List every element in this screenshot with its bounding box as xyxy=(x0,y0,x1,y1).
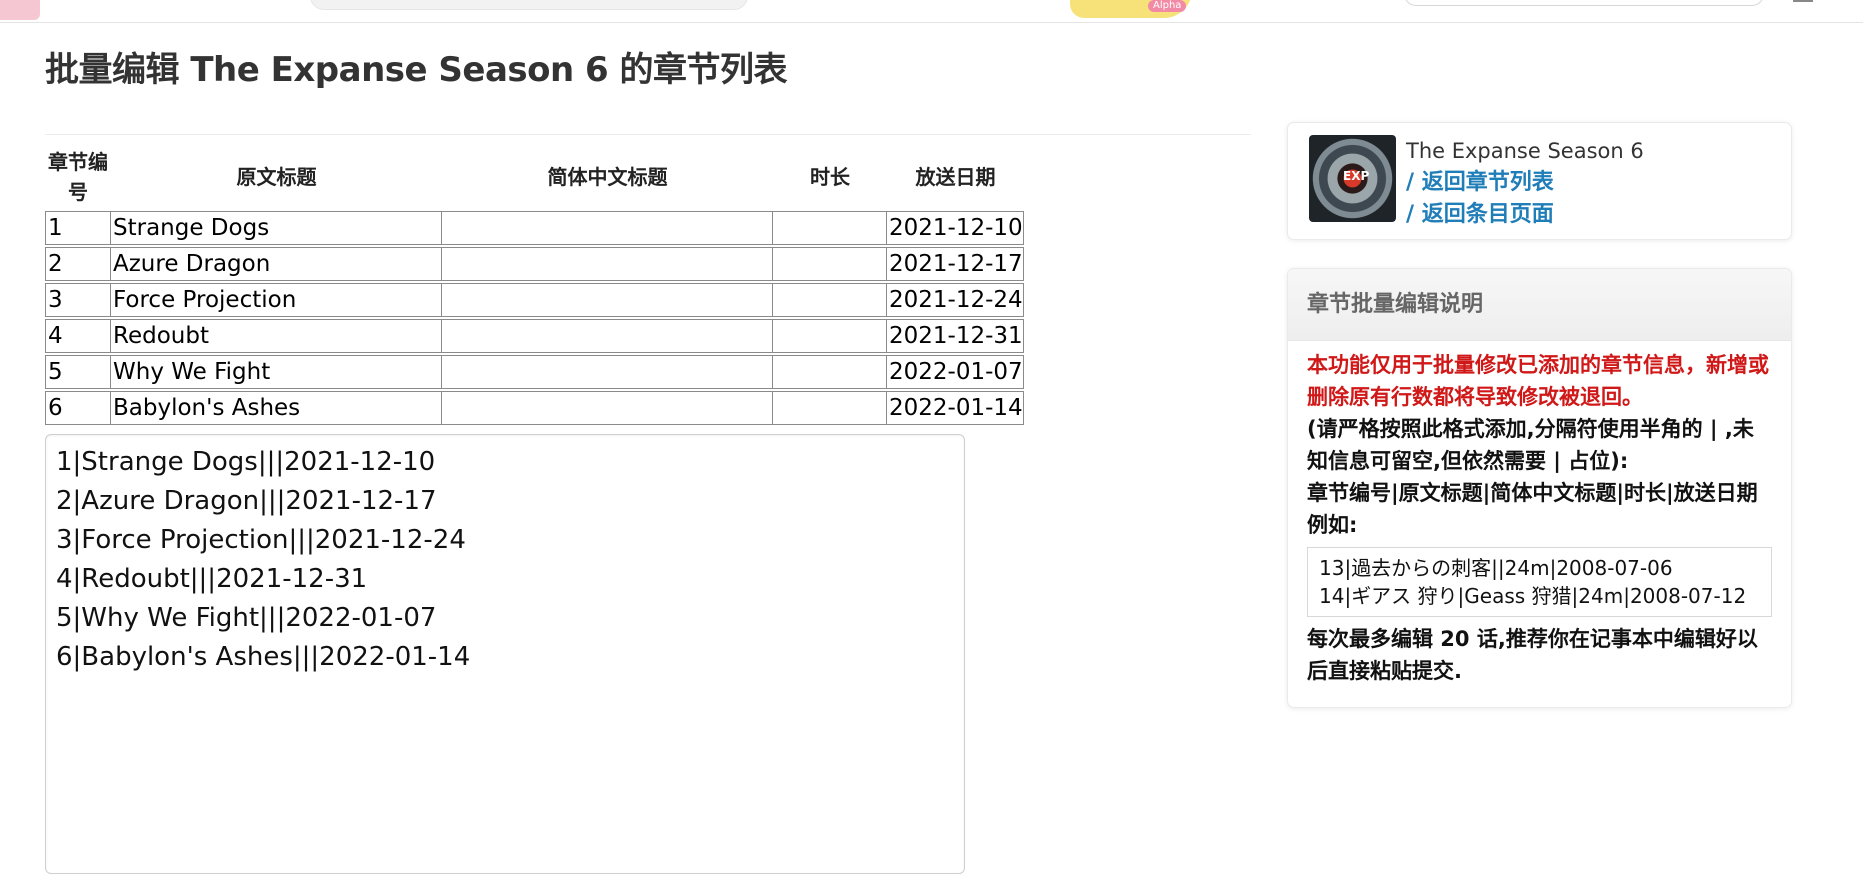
help-example-label: 例如: xyxy=(1307,513,1358,537)
help-panel-body: 本功能仅用于批量修改已添加的章节信息，新增或删除原有行数都将导致修改被退回。 (… xyxy=(1288,341,1791,687)
episode-title-cell: Why We Fight xyxy=(111,355,442,389)
help-footer-text: 每次最多编辑 20 话,推荐你在记事本中编辑好以后直接粘贴提交. xyxy=(1307,627,1758,683)
episode-title-cell: Redoubt xyxy=(111,319,442,353)
table-header-row: 章节编号 原文标题 简体中文标题 时长 放送日期 xyxy=(45,145,1024,209)
episode-number-cell: 2 xyxy=(45,247,111,281)
help-panel-title: 章节批量编辑说明 xyxy=(1288,269,1791,341)
column-header-airdate: 放送日期 xyxy=(915,165,996,189)
divider xyxy=(45,134,1251,135)
help-warning-text: 本功能仅用于批量修改已添加的章节信息，新增或删除原有行数都将导致修改被退回。 xyxy=(1307,353,1769,409)
help-example-box: 13|過去からの刺客||24m|2008-07-06 14|ギアス 狩り|Gea… xyxy=(1307,547,1772,617)
episode-duration-cell xyxy=(773,211,887,245)
batch-edit-textarea[interactable]: 1|Strange Dogs|||2021-12-10 2|Azure Drag… xyxy=(45,434,965,874)
global-search-box[interactable] xyxy=(310,0,748,10)
episode-airdate-cell: 2021-12-17 xyxy=(887,247,1024,281)
episode-airdate-cell: 2022-01-07 xyxy=(887,355,1024,389)
episode-title-cn-cell xyxy=(442,355,773,389)
episode-duration-cell xyxy=(773,247,887,281)
episode-title-cn-cell xyxy=(442,247,773,281)
episode-table: 章节编号 原文标题 简体中文标题 时长 放送日期 1 Strange Dogs … xyxy=(45,143,1024,427)
alpha-badge: Alpha xyxy=(1148,0,1187,12)
page-title: 批量编辑 The Expanse Season 6 的章节列表 xyxy=(45,50,788,90)
column-header-number: 章节编号 xyxy=(48,150,108,204)
episode-title-cell: Strange Dogs xyxy=(111,211,442,245)
episode-title-cn-cell xyxy=(442,319,773,353)
episode-airdate-cell: 2022-01-14 xyxy=(887,391,1024,425)
table-row: 5 Why We Fight 2022-01-07 xyxy=(45,355,1024,389)
episode-title-cn-cell xyxy=(442,283,773,317)
back-to-episodes-link[interactable]: / 返回章节列表 xyxy=(1406,167,1554,199)
table-row: 1 Strange Dogs 2021-12-10 xyxy=(45,211,1024,245)
table-row: 3 Force Projection 2021-12-24 xyxy=(45,283,1024,317)
episode-number-cell: 5 xyxy=(45,355,111,389)
episode-number-cell: 4 xyxy=(45,319,111,353)
episode-duration-cell xyxy=(773,355,887,389)
episode-number-cell: 3 xyxy=(45,283,111,317)
episode-title-cn-cell xyxy=(442,211,773,245)
back-to-subject-link[interactable]: / 返回条目页面 xyxy=(1406,199,1554,231)
column-header-duration: 时长 xyxy=(810,165,850,189)
subject-cover-image[interactable]: EXP xyxy=(1309,135,1396,222)
episode-airdate-cell: 2021-12-10 xyxy=(887,211,1024,245)
header-search-input[interactable] xyxy=(1404,0,1764,6)
episode-duration-cell xyxy=(773,391,887,425)
help-format-note: (请严格按照此格式添加,分隔符使用半角的 | ,未知信息可留空,但依然需要 | … xyxy=(1307,417,1754,473)
top-navigation-bar: Alpha xyxy=(0,0,1863,23)
episode-title-cell: Babylon's Ashes xyxy=(111,391,442,425)
episode-number-cell: 1 xyxy=(45,211,111,245)
column-header-title: 原文标题 xyxy=(236,165,317,189)
episode-title-cell: Azure Dragon xyxy=(111,247,442,281)
column-header-title-cn: 简体中文标题 xyxy=(547,165,668,189)
help-format-spec: 章节编号|原文标题|简体中文标题|时长|放送日期 xyxy=(1307,481,1758,505)
episode-title-cell: Force Projection xyxy=(111,283,442,317)
table-row: 4 Redoubt 2021-12-31 xyxy=(45,319,1024,353)
episode-number-cell: 6 xyxy=(45,391,111,425)
episode-airdate-cell: 2021-12-24 xyxy=(887,283,1024,317)
episode-airdate-cell: 2021-12-31 xyxy=(887,319,1024,353)
batch-edit-help-panel: 章节批量编辑说明 本功能仅用于批量修改已添加的章节信息，新增或删除原有行数都将导… xyxy=(1287,268,1792,708)
cover-logo-icon: EXP xyxy=(1343,169,1370,183)
subject-card: EXP The Expanse Season 6 / 返回章节列表 / 返回条目… xyxy=(1287,122,1792,240)
table-row: 6 Babylon's Ashes 2022-01-14 xyxy=(45,391,1024,425)
table-row: 2 Azure Dragon 2021-12-17 xyxy=(45,247,1024,281)
subject-name: The Expanse Season 6 xyxy=(1406,139,1644,163)
episode-title-cn-cell xyxy=(442,391,773,425)
site-mascot-image xyxy=(0,0,40,20)
menu-icon[interactable] xyxy=(1793,0,1813,2)
episode-duration-cell xyxy=(773,319,887,353)
episode-duration-cell xyxy=(773,283,887,317)
